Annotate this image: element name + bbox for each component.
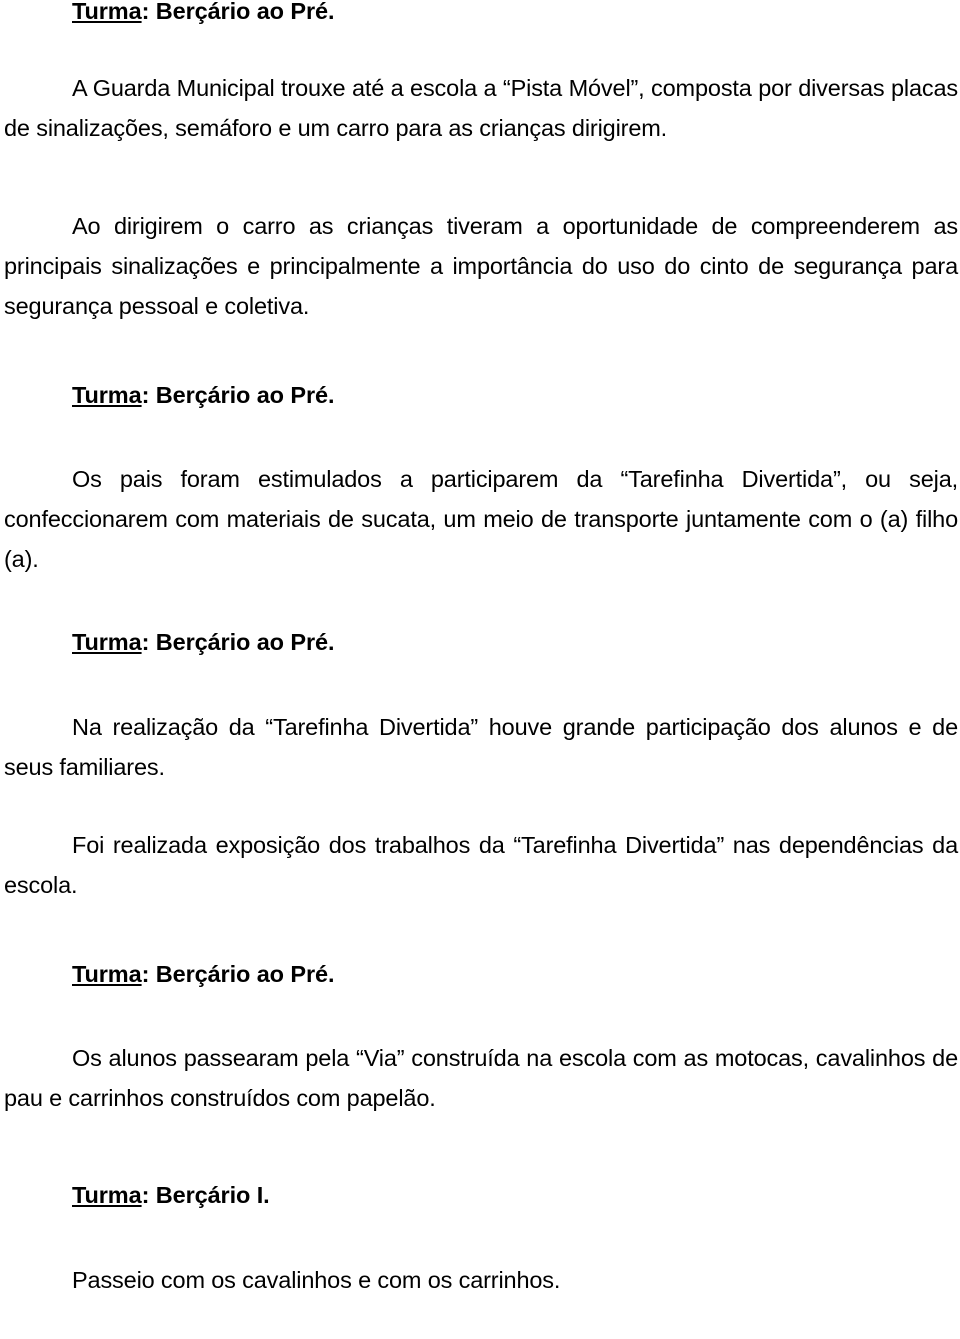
paragraph-os-alunos-passearam: Os alunos passearam pela “Via” construíd… xyxy=(4,1045,958,1111)
turma-separator-4: : xyxy=(141,960,156,987)
document-page: Turma: Berçário ao Pré. A Guarda Municip… xyxy=(0,0,960,1339)
turma-heading-1: Turma: Berçário ao Pré. xyxy=(4,0,958,24)
turma-separator-2: : xyxy=(141,381,156,408)
turma-heading-2: Turma: Berçário ao Pré. xyxy=(4,381,958,408)
turma-label-5: Turma xyxy=(72,1182,142,1208)
paragraph-os-pais: Os pais foram estimulados a participarem… xyxy=(4,466,958,572)
turma-label-4: Turma xyxy=(72,960,142,987)
turma-label-1: Turma xyxy=(72,0,142,24)
turma-label-3: Turma xyxy=(72,629,142,655)
document-body: Turma: Berçário ao Pré. A Guarda Municip… xyxy=(4,0,958,1300)
turma-value-2: Berçário ao Pré. xyxy=(155,381,335,408)
turma-value-1: Berçário ao Pré. xyxy=(155,0,335,24)
turma-heading-3: Turma: Berçário ao Pré. xyxy=(4,629,958,655)
turma-heading-4: Turma: Berçário ao Pré. xyxy=(4,960,958,987)
turma-label-2: Turma xyxy=(72,381,142,408)
paragraph-ao-dirigirem: Ao dirigirem o carro as crianças tiveram… xyxy=(4,212,958,319)
paragraph-foi-realizada: Foi realizada exposição dos trabalhos da… xyxy=(4,831,958,898)
turma-heading-5: Turma: Berçário I. xyxy=(4,1182,958,1208)
turma-separator-1: : xyxy=(141,0,156,24)
paragraph-passeio-cavalinhos: Passeio com os cavalinhos e com os carri… xyxy=(72,1266,561,1293)
paragraph-guarda-municipal: A Guarda Municipal trouxe até a escola a… xyxy=(4,74,958,141)
turma-separator-3: : xyxy=(141,629,156,655)
turma-separator-5: : xyxy=(141,1182,156,1208)
turma-value-5: Berçário I. xyxy=(155,1182,270,1208)
turma-value-4: Berçário ao Pré. xyxy=(155,960,335,987)
turma-value-3: Berçário ao Pré. xyxy=(155,629,335,655)
paragraph-na-realizacao: Na realização da “Tarefinha Divertida” h… xyxy=(4,713,958,780)
